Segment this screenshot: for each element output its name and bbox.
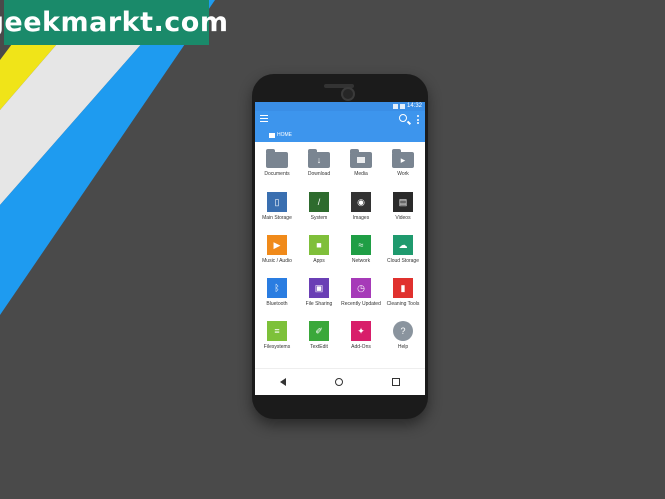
status-bar: 14:32 [255, 102, 425, 111]
app-bar [255, 111, 425, 128]
folder-icon [266, 149, 288, 168]
wifi-icon: ≈ [351, 235, 371, 255]
menu-icon[interactable] [260, 115, 268, 122]
grid-item-label: Add-Ons [351, 344, 371, 350]
bluetooth-icon: ᛒ [267, 278, 287, 298]
grid-item-filesystems[interactable]: ≡ Filesystems [256, 318, 298, 361]
watermark-text: geekmarkt.com [0, 7, 229, 38]
text-edit-icon: ✐ [309, 321, 329, 341]
grid-item-label: System [310, 215, 328, 221]
breadcrumb[interactable]: HOME [255, 128, 425, 142]
grid-item-label: Recently Updated [341, 301, 381, 307]
grid-item-label: Documents [264, 171, 290, 177]
grid-item-network[interactable]: ≈ Network [340, 232, 382, 275]
watermark-banner: geekmarkt.com [0, 0, 228, 45]
home-icon [269, 132, 275, 138]
location-grid: Documents ↓ Download Media ▸ Work ▯ Main Storag… [255, 142, 425, 361]
grid-item-download[interactable]: ↓ Download [298, 146, 340, 189]
grid-item-bluetooth[interactable]: ᛒ Bluetooth [256, 275, 298, 318]
grid-item-label: Network [351, 258, 371, 264]
help-icon: ? [393, 321, 413, 341]
media-folder-icon [350, 149, 372, 168]
grid-item-label: Videos [395, 215, 411, 221]
back-icon[interactable] [279, 378, 286, 386]
work-folder-icon: ▸ [392, 149, 414, 168]
more-options-icon[interactable] [417, 115, 419, 124]
grid-item-label: Media [354, 171, 368, 177]
grid-item-file-sharing[interactable]: ▣ File Sharing [298, 275, 340, 318]
grid-item-label: Music / Audio [262, 258, 292, 264]
grid-item-add-ons[interactable]: ✦ Add-Ons [340, 318, 382, 361]
grid-item-label: Main Storage [262, 215, 292, 221]
grid-item-label: Filesystems [263, 344, 291, 350]
search-icon[interactable] [399, 114, 407, 122]
camera-icon: ◉ [351, 192, 371, 212]
system-icon: / [309, 192, 329, 212]
front-camera [341, 87, 355, 101]
grid-item-label: Bluetooth [266, 301, 288, 307]
navigation-bar [255, 368, 425, 395]
android-icon: ■ [309, 235, 329, 255]
grid-item-label: Images [352, 215, 370, 221]
phone-device: 14:32 HOME Documents ↓ Download Media ▸ Work ▯… [252, 74, 428, 419]
puzzle-icon: ✦ [351, 321, 371, 341]
grid-item-label: File Sharing [305, 301, 333, 307]
grid-item-main-storage[interactable]: ▯ Main Storage [256, 189, 298, 232]
grid-item-images[interactable]: ◉ Images [340, 189, 382, 232]
grid-item-system[interactable]: / System [298, 189, 340, 232]
grid-item-label: Cleaning Tools [386, 301, 420, 307]
grid-item-recently-updated[interactable]: ◷ Recently Updated [340, 275, 382, 318]
trash-icon: ▮ [393, 278, 413, 298]
grid-item-cleaning-tools[interactable]: ▮ Cleaning Tools [382, 275, 424, 318]
battery-icon [399, 104, 405, 109]
grid-item-label: Cloud Storage [387, 258, 419, 264]
grid-item-videos[interactable]: ▤ Videos [382, 189, 424, 232]
grid-item-music-audio[interactable]: ▶ Music / Audio [256, 232, 298, 275]
grid-item-documents[interactable]: Documents [256, 146, 298, 189]
file-sharing-icon: ▣ [309, 278, 329, 298]
download-folder-icon: ↓ [308, 149, 330, 168]
grid-item-label: Download [307, 171, 331, 177]
grid-item-label: Help [397, 344, 409, 350]
clock-icon: ◷ [351, 278, 371, 298]
grid-item-label: Work [397, 171, 409, 177]
grid-item-work[interactable]: ▸ Work [382, 146, 424, 189]
signal-icon [392, 104, 398, 109]
cloud-icon: ☁ [393, 235, 413, 255]
phone-storage-icon: ▯ [267, 192, 287, 212]
status-time: 14:32 [406, 103, 422, 109]
grid-item-help[interactable]: ? Help [382, 318, 424, 361]
grid-item-label: TextEdit [310, 344, 328, 350]
grid-item-label: Apps [313, 258, 325, 264]
grid-item-media[interactable]: Media [340, 146, 382, 189]
home-button-icon[interactable] [334, 378, 343, 386]
grid-item-textedit[interactable]: ✐ TextEdit [298, 318, 340, 361]
clapperboard-icon: ▤ [393, 192, 413, 212]
grid-item-apps[interactable]: ■ Apps [298, 232, 340, 275]
phone-screen: 14:32 HOME Documents ↓ Download Media ▸ Work ▯… [255, 102, 425, 395]
breadcrumb-label: HOME [277, 132, 292, 138]
grid-item-cloud-storage[interactable]: ☁ Cloud Storage [382, 232, 424, 275]
recent-apps-icon[interactable] [392, 378, 401, 386]
filesystems-icon: ≡ [267, 321, 287, 341]
music-icon: ▶ [267, 235, 287, 255]
